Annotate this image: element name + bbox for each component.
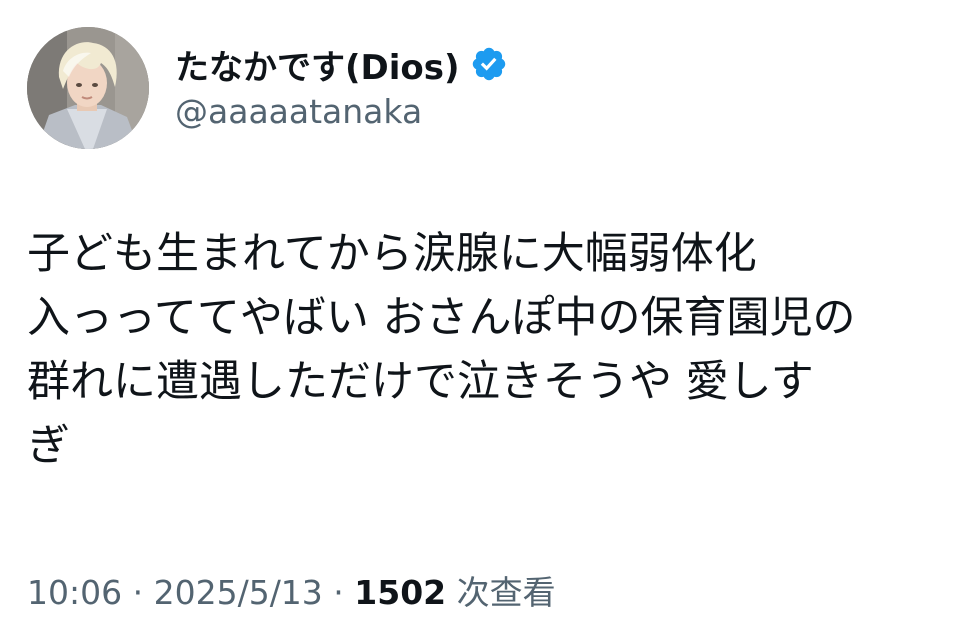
author-handle[interactable]: @aaaaatanaka — [175, 92, 422, 131]
views-count[interactable]: 1502 — [354, 573, 446, 612]
tweet-text-line: 入っっててやばい おさんぽ中の保育園児の — [27, 293, 856, 343]
avatar[interactable] — [27, 27, 149, 149]
verified-badge-icon — [470, 45, 508, 83]
avatar-photo — [27, 27, 149, 149]
tweet-text-line: 子ども生まれてから涙腺に大幅弱体化 — [27, 229, 757, 279]
author-name-row: たなかです(Dios) — [175, 38, 508, 90]
author-display-name[interactable]: たなかです(Dios) — [175, 40, 460, 89]
tweet-date[interactable]: 2025/5/13 — [154, 573, 323, 612]
tweet-time[interactable]: 10:06 — [27, 573, 122, 612]
tweet-card: たなかです(Dios) @aaaaatanaka 子ども生まれてから涙腺に大幅弱… — [0, 0, 960, 617]
tweet-text: 子ども生まれてから涙腺に大幅弱体化入っっててやばい おさんぽ中の保育園児の 群れに… — [27, 222, 932, 478]
tweet-text-line: 群れに遭遇しただけで泣きそうや 愛しす — [27, 357, 814, 407]
meta-separator: · — [122, 573, 154, 612]
views-label: 次查看 — [446, 573, 556, 612]
tweet-meta: 10:06 · 2025/5/13 · 1502 次查看 — [27, 566, 556, 614]
tweet-text-line: ぎ — [27, 421, 70, 471]
meta-separator: · — [322, 573, 355, 612]
